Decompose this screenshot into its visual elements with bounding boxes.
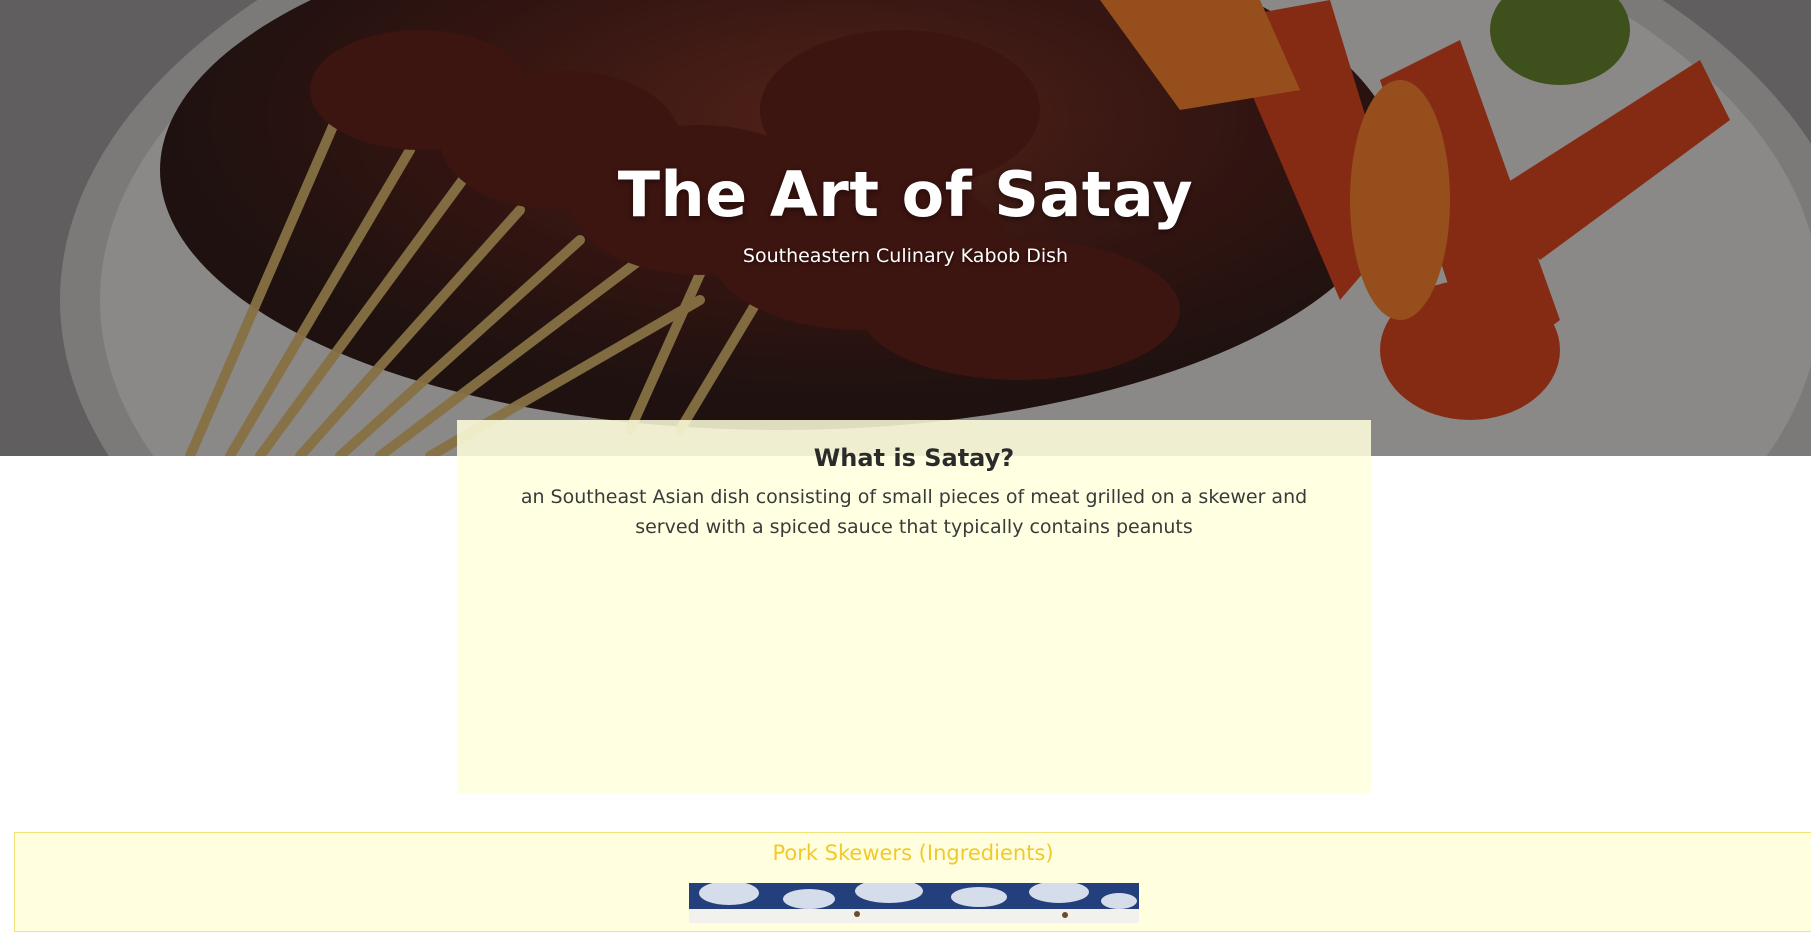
hero-section: The Art of Satay Southeastern Culinary K… bbox=[0, 0, 1811, 456]
hero-title: The Art of Satay bbox=[617, 158, 1194, 231]
about-heading: What is Satay? bbox=[813, 444, 1015, 472]
ingredients-image bbox=[689, 883, 1139, 923]
ingredients-image-pattern bbox=[689, 883, 1139, 923]
ingredients-title: Pork Skewers (Ingredients) bbox=[772, 841, 1054, 865]
ingredients-section: Pork Skewers (Ingredients) bbox=[14, 832, 1811, 932]
about-description: an Southeast Asian dish consisting of sm… bbox=[520, 486, 1308, 538]
about-card: What is Satay? an Southeast Asian dish c… bbox=[457, 420, 1371, 794]
hero-subtitle: Southeastern Culinary Kabob Dish bbox=[742, 245, 1069, 267]
